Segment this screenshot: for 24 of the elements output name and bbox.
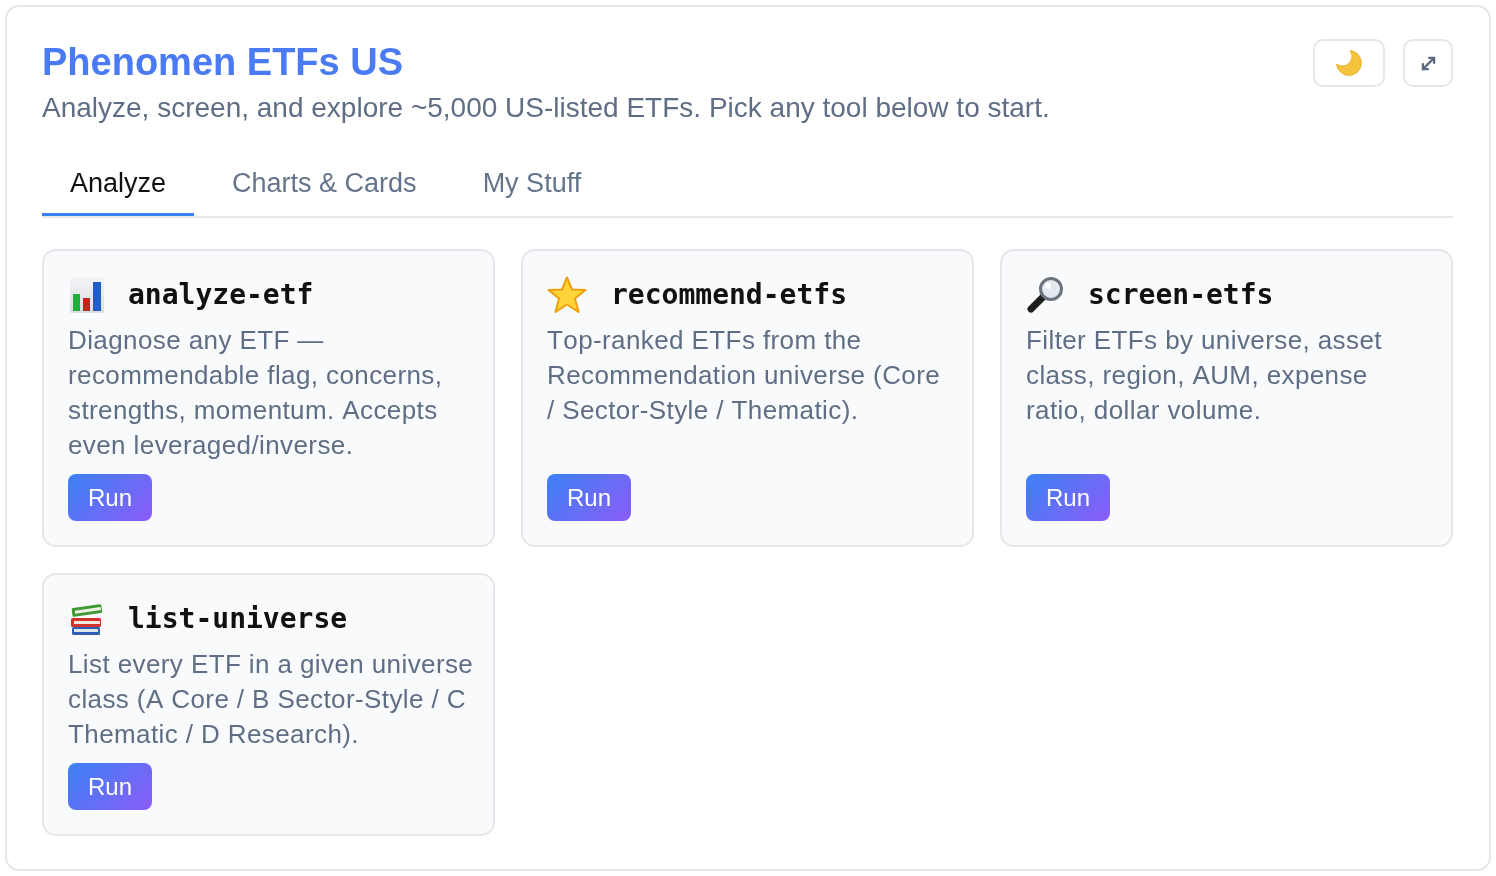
tool-description: Filter ETFs by universe, asset class, region, AUM, expense ratio, dollar volume. xyxy=(1026,324,1383,427)
run-button[interactable]: Run xyxy=(547,474,632,521)
tool-name: analyze-etf xyxy=(128,277,314,313)
expand-icon xyxy=(1420,55,1436,71)
tool-description: Top-ranked ETFs from the Recommendation universe (Core / Sector-Style / Thematic). xyxy=(547,324,942,427)
tab[interactable]: Charts & Cards xyxy=(204,149,445,216)
bar-chart-icon xyxy=(70,277,104,313)
app-title: Phenomen ETFs US xyxy=(42,40,405,85)
run-button[interactable]: Run xyxy=(68,763,153,810)
tool-name: recommend-etfs xyxy=(611,277,847,313)
crescent-moon-icon xyxy=(1336,50,1362,76)
tab[interactable]: Analyze xyxy=(42,149,195,216)
run-button[interactable]: Run xyxy=(1026,474,1111,521)
tool-description: List every ETF in a given universe class (A Core / B Sector-Style / C Thematic / D Research). xyxy=(68,648,474,751)
run-button[interactable]: Run xyxy=(68,474,153,521)
tab[interactable]: My Stuff xyxy=(454,149,610,216)
magnifying-glass-icon xyxy=(1026,276,1064,314)
star-icon xyxy=(547,276,587,314)
app-subtitle: Analyze, screen, and explore ~5,000 US-listed ETFs. Pick any tool below to start. xyxy=(42,93,1050,123)
books-icon xyxy=(70,601,104,637)
tool-name: screen-etfs xyxy=(1088,277,1274,313)
expand-button[interactable] xyxy=(1403,39,1453,87)
tool-name: list-universe xyxy=(128,601,348,637)
tool-description: Diagnose any ETF — recommendable flag, concerns, strengths, momentum. Accepts even leveraged/inverse. xyxy=(68,324,444,462)
